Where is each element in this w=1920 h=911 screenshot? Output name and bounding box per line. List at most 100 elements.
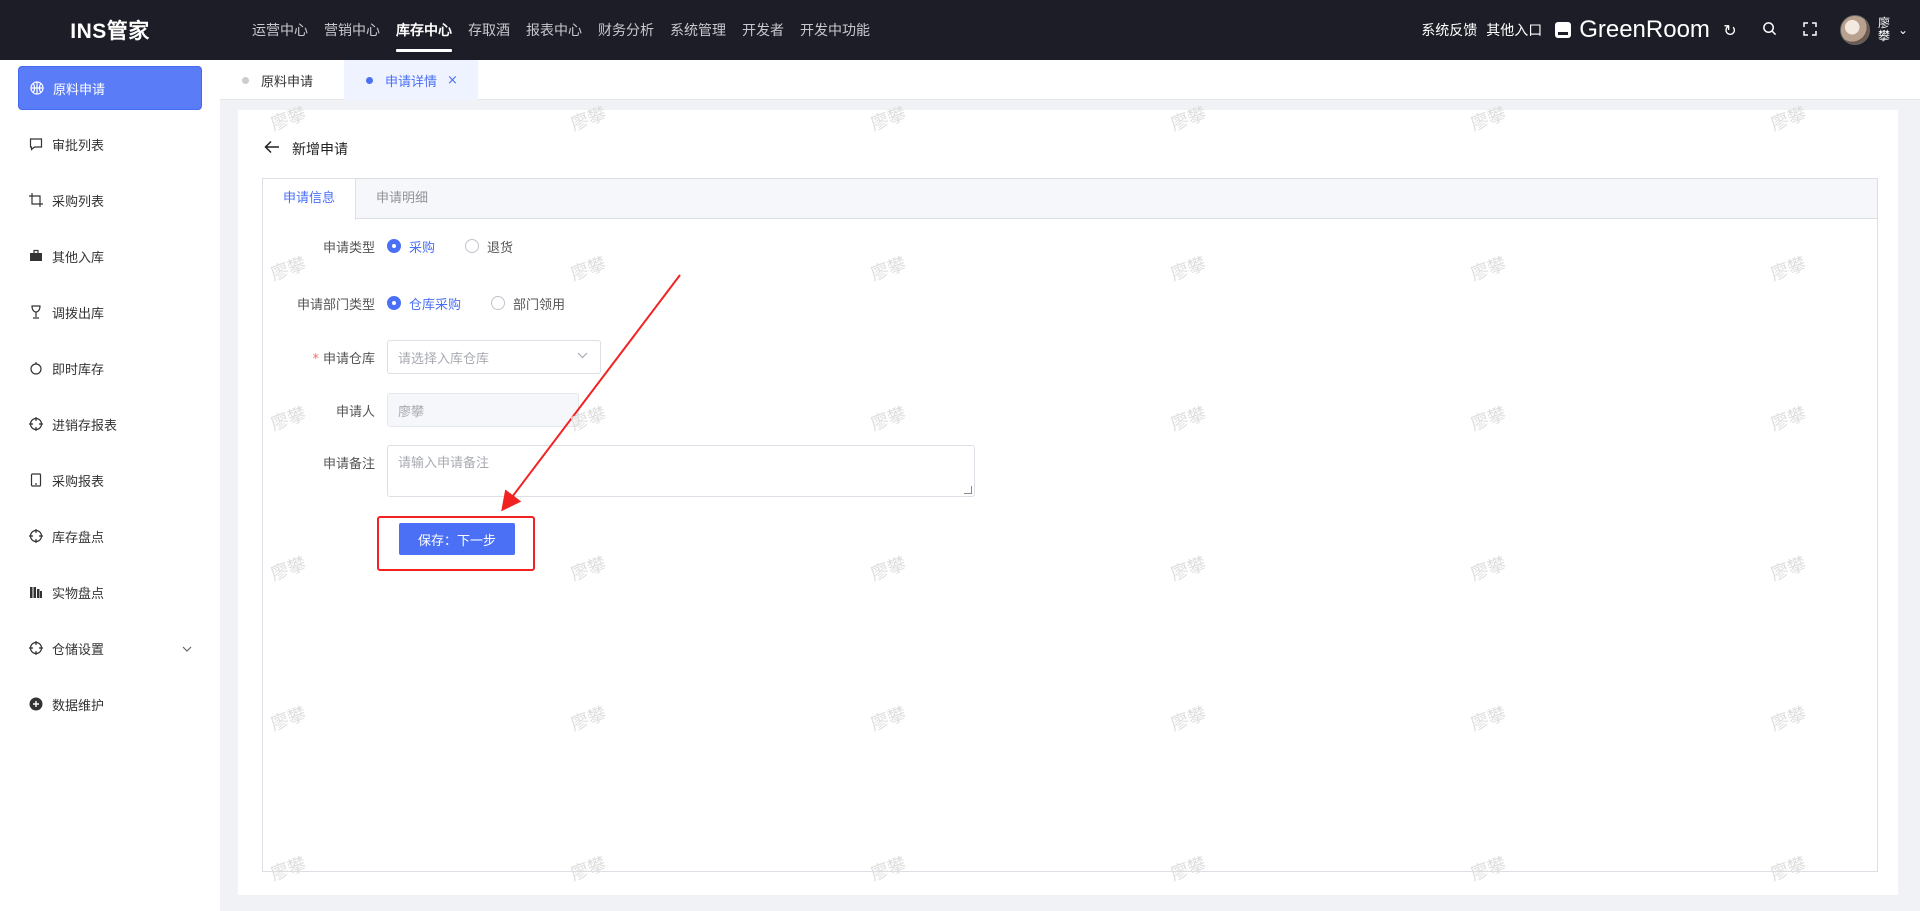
form-tabs: 申请信息 申请明细 bbox=[263, 179, 1877, 220]
radio-circle bbox=[491, 296, 506, 310]
user-avatar[interactable] bbox=[1839, 15, 1870, 45]
nav-item-reports[interactable]: 报表中心 bbox=[518, 0, 590, 60]
remark-label: 申请备注 bbox=[322, 457, 375, 472]
tablet-icon bbox=[28, 472, 44, 488]
remark-row: 申请备注 请输入申请备注 bbox=[263, 445, 975, 497]
remark-placeholder: 请输入申请备注 bbox=[398, 456, 490, 471]
chat-icon bbox=[28, 136, 44, 152]
goblet-icon bbox=[28, 304, 44, 320]
radio-circle bbox=[387, 239, 401, 253]
radio-label: 仓库采购 bbox=[409, 297, 462, 313]
nav-item-developer[interactable]: 开发者 bbox=[734, 0, 792, 60]
sidebar-item-other-inbound[interactable]: 其他入库 bbox=[18, 234, 202, 278]
submit-row: 保存：下一步 bbox=[263, 523, 515, 555]
store-name: GreenRoom bbox=[1579, 16, 1710, 43]
chevron-down-icon[interactable]: ⌄ bbox=[1898, 23, 1908, 37]
search-icon[interactable] bbox=[1750, 21, 1790, 40]
radio-circle bbox=[387, 296, 401, 310]
chevron-down-icon bbox=[577, 349, 588, 362]
applicant-input: 廖攀 bbox=[387, 393, 579, 427]
app-logo: INS管家 bbox=[70, 20, 150, 43]
page-tabs-bar: 原料申请 申请详情 × bbox=[220, 60, 1920, 100]
nav-item-inventory[interactable]: 库存中心 bbox=[388, 0, 460, 60]
plus-circle-icon bbox=[28, 696, 44, 712]
aim-icon bbox=[28, 640, 44, 656]
sidebar-item-material-apply[interactable]: 原料申请 bbox=[18, 66, 202, 110]
radio-label: 采购 bbox=[409, 240, 436, 256]
fullscreen-icon[interactable] bbox=[1790, 21, 1830, 40]
sidebar-item-label: 审批列表 bbox=[52, 138, 105, 154]
warehouse-select[interactable]: 请选择入库仓库 bbox=[387, 340, 601, 374]
page-header: 新增申请 bbox=[264, 138, 348, 159]
refresh-icon[interactable]: ↻ bbox=[1710, 21, 1750, 40]
back-arrow-icon[interactable] bbox=[264, 138, 280, 159]
suitcase-icon bbox=[28, 248, 44, 264]
store-switcher[interactable]: GreenRoom bbox=[1555, 16, 1710, 44]
main-card: 新增申请 申请信息 申请明细 申请类型 采购 退货 申请部门类型 仓库采购 部门… bbox=[238, 110, 1898, 895]
store-icon bbox=[1555, 22, 1572, 38]
tab-apply-info[interactable]: 申请信息 bbox=[263, 179, 357, 220]
radio-label: 退货 bbox=[487, 240, 514, 256]
nav-item-operations[interactable]: 运营中心 bbox=[244, 0, 316, 60]
sidebar-item-purchase-list[interactable]: 采购列表 bbox=[18, 178, 202, 222]
nav-item-finance[interactable]: 财务分析 bbox=[590, 0, 662, 60]
radio-return[interactable]: 退货 bbox=[465, 237, 513, 256]
page-tab-apply-detail[interactable]: 申请详情 × bbox=[344, 60, 478, 100]
sidebar-item-data-maintenance[interactable]: 数据维护 bbox=[18, 682, 202, 726]
form-panel: 申请信息 申请明细 申请类型 采购 退货 申请部门类型 仓库采购 部门领用 * … bbox=[262, 178, 1878, 872]
sidebar-item-label: 采购报表 bbox=[52, 474, 105, 490]
basketball-icon bbox=[29, 80, 45, 96]
tab-status-dot bbox=[366, 76, 373, 84]
dept-type-row: 申请部门类型 仓库采购 部门领用 bbox=[263, 288, 595, 318]
sidebar-item-physical-check[interactable]: 实物盘点 bbox=[18, 570, 202, 614]
apply-type-label: 申请类型 bbox=[322, 240, 375, 256]
required-mark: * bbox=[312, 351, 319, 367]
nav-item-dev-features[interactable]: 开发中功能 bbox=[792, 0, 878, 60]
feedback-link[interactable]: 系统反馈 bbox=[1421, 20, 1477, 40]
page-tab-label: 原料申请 bbox=[261, 74, 314, 90]
aim-icon bbox=[28, 528, 44, 544]
user-name[interactable]: 廖攀 bbox=[1878, 17, 1892, 43]
page-tab-material-apply[interactable]: 原料申请 bbox=[242, 60, 333, 100]
page-tab-label: 申请详情 bbox=[385, 74, 438, 90]
save-next-button[interactable]: 保存：下一步 bbox=[399, 523, 515, 555]
top-right-tools: 系统反馈 其他入口 GreenRoom ↻ 廖攀 ⌄ bbox=[1421, 0, 1920, 60]
close-icon[interactable]: × bbox=[447, 73, 458, 88]
warehouse-placeholder: 请选择入库仓库 bbox=[398, 351, 490, 367]
sidebar: 原料申请 审批列表 采购列表 其他入库 调拨出库 即时库存 进销存报表 采购报表… bbox=[0, 60, 220, 911]
sidebar-item-transfer-out[interactable]: 调拨出库 bbox=[18, 290, 202, 334]
top-bar: INS管家 运营中心 营销中心 库存中心 存取酒 报表中心 财务分析 系统管理 … bbox=[0, 0, 1920, 60]
sidebar-item-label: 实物盘点 bbox=[52, 586, 105, 602]
radio-dept-requisition[interactable]: 部门领用 bbox=[491, 294, 565, 313]
sidebar-item-stock-report[interactable]: 进销存报表 bbox=[18, 402, 202, 446]
sidebar-item-label: 仓储设置 bbox=[52, 642, 105, 658]
sidebar-item-label: 进销存报表 bbox=[52, 418, 118, 434]
apple-icon bbox=[28, 360, 44, 376]
resize-grip-icon[interactable] bbox=[964, 486, 972, 494]
warehouse-label: * 申请仓库 bbox=[312, 351, 375, 367]
sidebar-item-label: 其他入库 bbox=[52, 250, 105, 266]
tab-apply-detail[interactable]: 申请明细 bbox=[356, 179, 448, 219]
sidebar-item-purchase-report[interactable]: 采购报表 bbox=[18, 458, 202, 502]
remark-textarea[interactable]: 请输入申请备注 bbox=[387, 445, 975, 497]
radio-purchase[interactable]: 采购 bbox=[387, 237, 435, 256]
nav-item-marketing[interactable]: 营销中心 bbox=[316, 0, 388, 60]
radio-label: 部门领用 bbox=[513, 297, 566, 313]
books-icon bbox=[28, 584, 44, 600]
sidebar-item-stock-check[interactable]: 库存盘点 bbox=[18, 514, 202, 558]
applicant-label: 申请人 bbox=[335, 404, 375, 420]
sidebar-item-approval-list[interactable]: 审批列表 bbox=[18, 122, 202, 166]
nav-item-system[interactable]: 系统管理 bbox=[662, 0, 734, 60]
sidebar-item-label: 即时库存 bbox=[52, 362, 105, 378]
other-entry-link[interactable]: 其他入口 bbox=[1486, 20, 1542, 40]
sidebar-item-label: 数据维护 bbox=[52, 698, 105, 714]
radio-warehouse-purchase[interactable]: 仓库采购 bbox=[387, 294, 461, 313]
radio-circle bbox=[465, 239, 480, 253]
sidebar-item-realtime-stock[interactable]: 即时库存 bbox=[18, 346, 202, 390]
sidebar-item-storage-settings[interactable]: 仓储设置 bbox=[18, 626, 202, 670]
sidebar-item-label: 采购列表 bbox=[52, 194, 105, 210]
chevron-down-icon bbox=[182, 641, 192, 655]
applicant-row: 申请人 廖攀 bbox=[263, 393, 579, 427]
nav-item-wine-storage[interactable]: 存取酒 bbox=[460, 0, 518, 60]
dept-type-label: 申请部门类型 bbox=[296, 297, 375, 313]
